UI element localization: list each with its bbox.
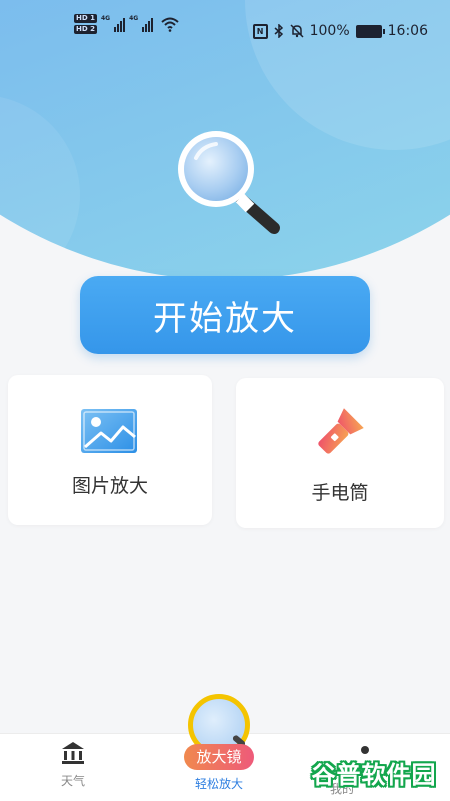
flashlight-card[interactable]: 手电筒 <box>236 378 444 528</box>
wifi-icon <box>161 17 179 32</box>
network-type-2: 4G <box>129 15 139 22</box>
hd1-badge: HD 1 <box>74 14 97 23</box>
flashlight-label: 手电筒 <box>311 482 369 504</box>
battery-icon <box>355 24 385 38</box>
nfc-icon: N <box>252 23 268 39</box>
nav-magnifier-label: 轻松放大 <box>194 777 243 791</box>
hd2-badge: HD 2 <box>74 25 97 34</box>
nav-weather-label: 天气 <box>60 774 85 788</box>
battery-percent: 100% <box>309 23 350 39</box>
mute-bell-icon <box>290 24 304 38</box>
signal-2-icon <box>142 16 154 32</box>
hd-indicators: HD 1 HD 2 <box>74 14 97 34</box>
status-bar: HD 1 HD 2 4G 4G N 100% 16:06 <box>0 14 450 48</box>
start-zoom-button[interactable]: 开始放大 <box>80 276 370 354</box>
magnifier-badge: 放大镜 <box>184 744 254 770</box>
bank-icon <box>62 742 84 764</box>
flashlight-icon <box>318 408 364 454</box>
photo-zoom-label: 图片放大 <box>71 475 148 497</box>
nav-weather-tab[interactable]: 天气 <box>48 740 98 789</box>
clock: 16:06 <box>387 23 428 39</box>
bluetooth-icon <box>274 24 283 38</box>
network-type-1: 4G <box>100 15 111 22</box>
magnifier-icon <box>178 131 280 234</box>
nav-magnifier-tab[interactable]: 放大镜 轻松放大 <box>176 694 266 799</box>
status-bar-right: N 100% 16:06 <box>252 23 428 39</box>
status-bar-left: HD 1 HD 2 4G 4G <box>74 14 179 34</box>
watermark: 谷普软件园 <box>311 760 437 789</box>
photo-zoom-card[interactable]: 图片放大 <box>8 375 212 525</box>
image-icon <box>81 409 137 453</box>
signal-1-icon <box>114 16 126 32</box>
